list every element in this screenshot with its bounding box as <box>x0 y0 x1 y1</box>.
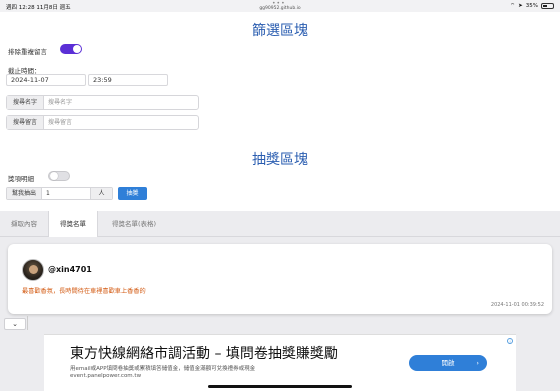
ad-title[interactable]: 東方快線網絡市調活動 – 填問卷抽獎賺獎勵 <box>70 343 338 363</box>
search-name-group: 搜尋名字 搜尋名字 <box>6 95 199 110</box>
draw-section-title: 抽獎區塊 <box>252 152 308 168</box>
divider <box>27 316 28 330</box>
search-comment-label: 搜尋留言 <box>7 116 45 129</box>
battery-percent: 35% <box>525 2 538 9</box>
search-name-label: 搜尋名字 <box>7 96 45 109</box>
chevron-right-icon: › <box>476 359 479 367</box>
winner-name: @xin4701 <box>48 265 92 274</box>
deadline-time-input[interactable]: 23:59 <box>88 74 168 86</box>
search-name-input[interactable]: 搜尋名字 <box>44 96 198 109</box>
ad-url: event.panelpower.com.tw <box>70 373 142 379</box>
wifi-icon: ⌔ <box>509 3 516 9</box>
winner-card: @xin4701 最喜歡香氛，長時間待在車裡喜歡車上香香的 2024-11-01… <box>8 244 552 314</box>
ad-open-label: 開啟 <box>441 359 455 367</box>
address-url[interactable]: gg90952.github.io <box>0 6 560 11</box>
deadline-date-input[interactable]: 2024-11-07 <box>6 74 86 86</box>
collapse-button[interactable]: ⌄ <box>4 318 26 330</box>
draw-count-unit: 人 <box>90 188 113 199</box>
draw-button[interactable]: 抽獎 <box>118 187 147 200</box>
filter-section: 篩選區塊 排除重複留言 截止時間： 2024-11-07 23:59 搜尋名字 … <box>0 12 560 143</box>
winner-comment: 最喜歡香氛，長時間待在車裡喜歡車上香香的 <box>22 288 146 295</box>
tab-winner-table[interactable]: 得獎名單(表格) <box>98 211 170 237</box>
exclude-duplicates-label: 排除重複留言 <box>8 48 47 56</box>
result-tabs: 擷取內容 得獎名單 得獎名單(表格) <box>0 211 560 237</box>
draw-count-input[interactable]: 1 <box>42 188 90 199</box>
draw-count-group: 幫我抽出 1 人 <box>6 187 114 200</box>
location-icon: ➤ <box>518 2 523 9</box>
ad-banner[interactable]: 東方快線網絡市調活動 – 填問卷抽獎賺獎勵 用email或APP填問卷抽獎或累積… <box>44 334 516 391</box>
prize-detail-toggle[interactable] <box>48 171 70 181</box>
search-comment-input[interactable]: 搜尋留言 <box>44 116 198 129</box>
prize-detail-label: 獎項明細 <box>8 175 34 183</box>
ad-description: 用email或APP填問卷抽獎或累積填答儲值金，儲值金滿額可兌換禮券或現金 <box>70 366 256 372</box>
ad-open-button[interactable]: 開啟 › <box>409 355 487 371</box>
draw-count-label: 幫我抽出 <box>7 188 43 199</box>
search-comment-group: 搜尋留言 搜尋留言 <box>6 115 199 130</box>
filter-section-title: 篩選區塊 <box>252 23 308 39</box>
draw-section: 抽獎區塊 獎項明細 幫我抽出 1 人 抽獎 <box>0 143 560 211</box>
chevron-down-icon: ⌄ <box>12 320 18 328</box>
battery-icon <box>541 2 554 9</box>
status-bar: 週四 12:28 11月8日 週五 ••• gg90952.github.io … <box>0 0 560 12</box>
tab-winner-list[interactable]: 得獎名單 <box>48 211 98 237</box>
exclude-duplicates-toggle[interactable] <box>60 44 82 54</box>
avatar <box>22 259 44 281</box>
home-indicator <box>208 385 352 388</box>
tab-fetched-content[interactable]: 擷取內容 <box>0 211 48 237</box>
info-icon[interactable]: i <box>507 338 513 344</box>
winner-timestamp: 2024-11-01 00:39:52 <box>490 302 544 308</box>
status-indicators: ⌔ ➤ 35% <box>510 2 554 9</box>
